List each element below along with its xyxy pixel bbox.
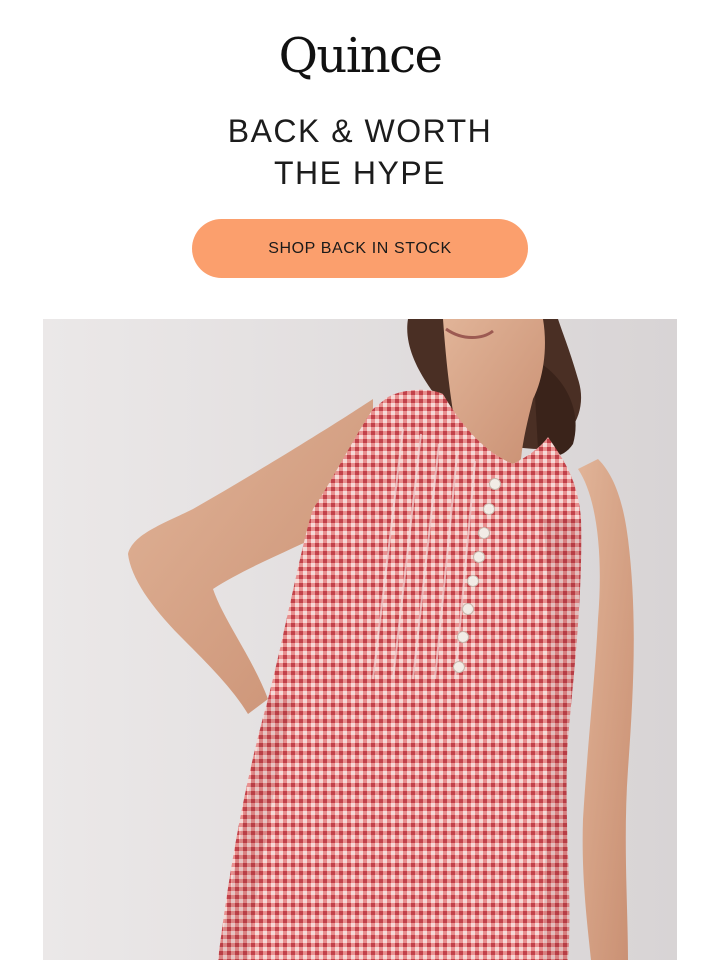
headline-line-2: THE HYPE xyxy=(273,155,447,191)
shop-back-in-stock-button[interactable]: SHOP BACK IN STOCK xyxy=(192,219,528,278)
headline-line-1: BACK & WORTH xyxy=(227,113,493,149)
model-dress-illustration xyxy=(43,319,677,960)
brand-logo[interactable]: Quince xyxy=(0,28,720,84)
headline: BACK & WORTH THE HYPE xyxy=(0,110,720,194)
hero-product-image[interactable] xyxy=(43,319,677,960)
